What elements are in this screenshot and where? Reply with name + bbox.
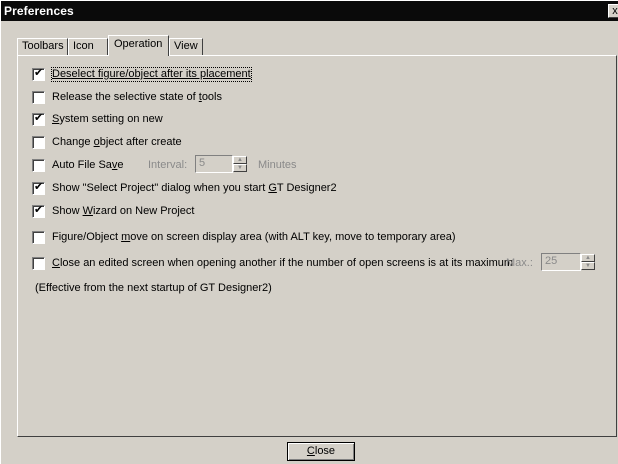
change-object-label: Change object after create <box>52 136 182 148</box>
interval-spinner[interactable]: 5 ▲ ▼ <box>195 155 247 173</box>
tab-toolbars[interactable]: Toolbars <box>17 38 68 55</box>
deselect-after-placement-checkbox[interactable]: ✔ <box>32 67 45 81</box>
spin-down-icon[interactable]: ▼ <box>233 164 247 172</box>
auto-file-save-checkbox[interactable] <box>32 159 45 172</box>
auto-file-save-label: Auto File Save <box>52 159 124 171</box>
show-wizard-label: Show Wizard on New Project <box>52 205 195 217</box>
interval-label: Interval: <box>148 159 188 171</box>
minutes-unit-label: Minutes <box>258 159 297 171</box>
select-project-dialog-label: Show "Select Project" dialog when you st… <box>52 182 337 194</box>
check-icon: ✔ <box>34 181 44 193</box>
release-selective-state-label: Release the selective state of tools <box>52 91 222 103</box>
system-setting-label: System setting on new <box>52 113 163 125</box>
close-edited-screen-label: Close an edited screen when opening anot… <box>52 257 514 269</box>
tab-icon[interactable]: Icon <box>68 38 108 55</box>
close-edited-screen-checkbox[interactable] <box>32 257 45 270</box>
check-icon: ✔ <box>34 67 44 79</box>
tab-view[interactable]: View <box>169 38 203 55</box>
interval-field[interactable]: 5 <box>195 155 233 173</box>
operation-panel: ✔ Deselect figure/object after its place… <box>17 55 617 437</box>
figure-move-checkbox[interactable] <box>32 231 45 244</box>
window-title: Preferences <box>4 4 74 18</box>
figure-move-label: Figure/Object move on screen display are… <box>52 231 456 243</box>
check-icon: ✔ <box>34 204 44 216</box>
max-screens-spinner[interactable]: 25 ▲ ▼ <box>541 253 596 271</box>
max-screens-field[interactable]: 25 <box>541 253 581 271</box>
startup-note: (Effective from the next startup of GT D… <box>35 282 272 294</box>
select-project-dialog-checkbox[interactable]: ✔ <box>32 181 45 195</box>
system-setting-checkbox[interactable]: ✔ <box>32 112 45 126</box>
deselect-after-placement-label: Deselect figure/object after its placeme… <box>51 67 252 82</box>
max-label: Max.: <box>506 257 533 269</box>
spin-up-icon[interactable]: ▲ <box>581 254 595 262</box>
check-icon: ✔ <box>34 112 44 124</box>
show-wizard-checkbox[interactable]: ✔ <box>32 204 45 218</box>
spin-down-icon[interactable]: ▼ <box>581 262 595 270</box>
tab-operation[interactable]: Operation <box>108 35 169 56</box>
title-bar: Preferences x <box>1 1 618 21</box>
preferences-dialog: Preferences x Toolbars Icon Operation Vi… <box>0 0 618 464</box>
release-selective-state-checkbox[interactable] <box>32 91 45 104</box>
close-button[interactable]: Close <box>287 442 355 461</box>
spin-up-icon[interactable]: ▲ <box>233 156 247 164</box>
window-close-button[interactable]: x <box>608 4 618 18</box>
change-object-checkbox[interactable] <box>32 136 45 149</box>
